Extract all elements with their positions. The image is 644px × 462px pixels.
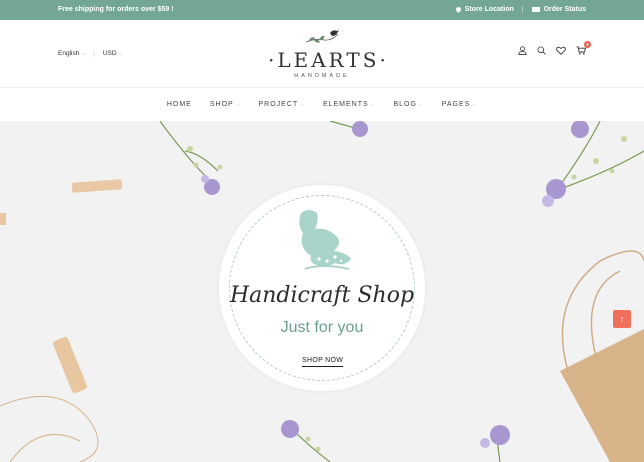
- scroll-to-top-button[interactable]: ↑: [613, 310, 631, 328]
- nav-item-elements[interactable]: ELEMENTS ⌵: [323, 101, 376, 108]
- location-pin-icon: [454, 5, 462, 14]
- chevron-down-icon: ⌵: [370, 101, 376, 108]
- chevron-down-icon: ⌵: [300, 101, 305, 108]
- chevron-down-icon: ⌵: [472, 101, 478, 108]
- hero-script-title: Handicraft Shop: [229, 283, 415, 308]
- nav-item-blog[interactable]: BLOG ⌵: [393, 101, 423, 108]
- heart-icon[interactable]: [556, 46, 566, 55]
- search-icon[interactable]: [537, 46, 546, 55]
- language-select[interactable]: English: [58, 50, 79, 57]
- order-status-link[interactable]: Order Status: [544, 6, 586, 13]
- chevron-down-icon: ⌵: [418, 101, 424, 108]
- top-bar: Free shipping for orders over $59 ! Stor…: [0, 0, 644, 20]
- truck-icon: [531, 7, 540, 12]
- nav-item-project[interactable]: PROJECT ⌵: [258, 101, 304, 108]
- locale-divider: |: [93, 50, 95, 57]
- bird-on-branch-icon: [299, 210, 351, 270]
- shop-now-button[interactable]: SHOP NOW: [302, 357, 344, 367]
- header-actions: 0: [518, 41, 591, 55]
- chevron-down-icon: ⌵: [118, 50, 123, 57]
- site-logo[interactable]: ·LEARTS· HANDMADE: [268, 28, 389, 84]
- user-icon[interactable]: [518, 46, 527, 55]
- hero-banner: Handicraft Shop Just for you SHOP NOW ↑: [0, 121, 644, 462]
- top-bar-links: Store Location | Order Status: [454, 5, 586, 14]
- logo-tagline: HANDMADE: [294, 73, 350, 79]
- currency-select[interactable]: USD: [103, 50, 117, 57]
- nav-item-pages[interactable]: PAGES ⌵: [442, 101, 477, 108]
- nav-item-shop[interactable]: SHOP ⌵: [210, 101, 241, 108]
- main-nav: HOME SHOP ⌵ PROJECT ⌵ ELEMENTS ⌵ BLOG ⌵ PAGE…: [0, 88, 644, 121]
- cart-button[interactable]: 0: [576, 41, 591, 55]
- locale-switchers: English ⌵ | USD ⌵: [58, 50, 122, 57]
- arrow-up-icon: ↑: [619, 314, 625, 324]
- free-shipping-promo: Free shipping for orders over $59 !: [58, 6, 174, 13]
- hero-badge: Handicraft Shop Just for you SHOP NOW: [219, 185, 425, 391]
- logo-wordmark: ·LEARTS·: [268, 48, 389, 72]
- site-header: English ⌵ | USD ⌵ ·LEARTS· HANDMADE 0: [0, 20, 644, 88]
- store-location-link[interactable]: Store Location: [465, 6, 514, 13]
- branch-bird-icon: [305, 30, 339, 43]
- chevron-down-icon: ⌵: [235, 101, 241, 108]
- nav-item-home[interactable]: HOME: [167, 101, 192, 108]
- hero-tagline: Just for you: [280, 319, 364, 336]
- top-bar-divider: |: [521, 6, 524, 13]
- cart-count-badge: 0: [584, 41, 591, 48]
- chevron-down-icon: ⌵: [81, 50, 86, 57]
